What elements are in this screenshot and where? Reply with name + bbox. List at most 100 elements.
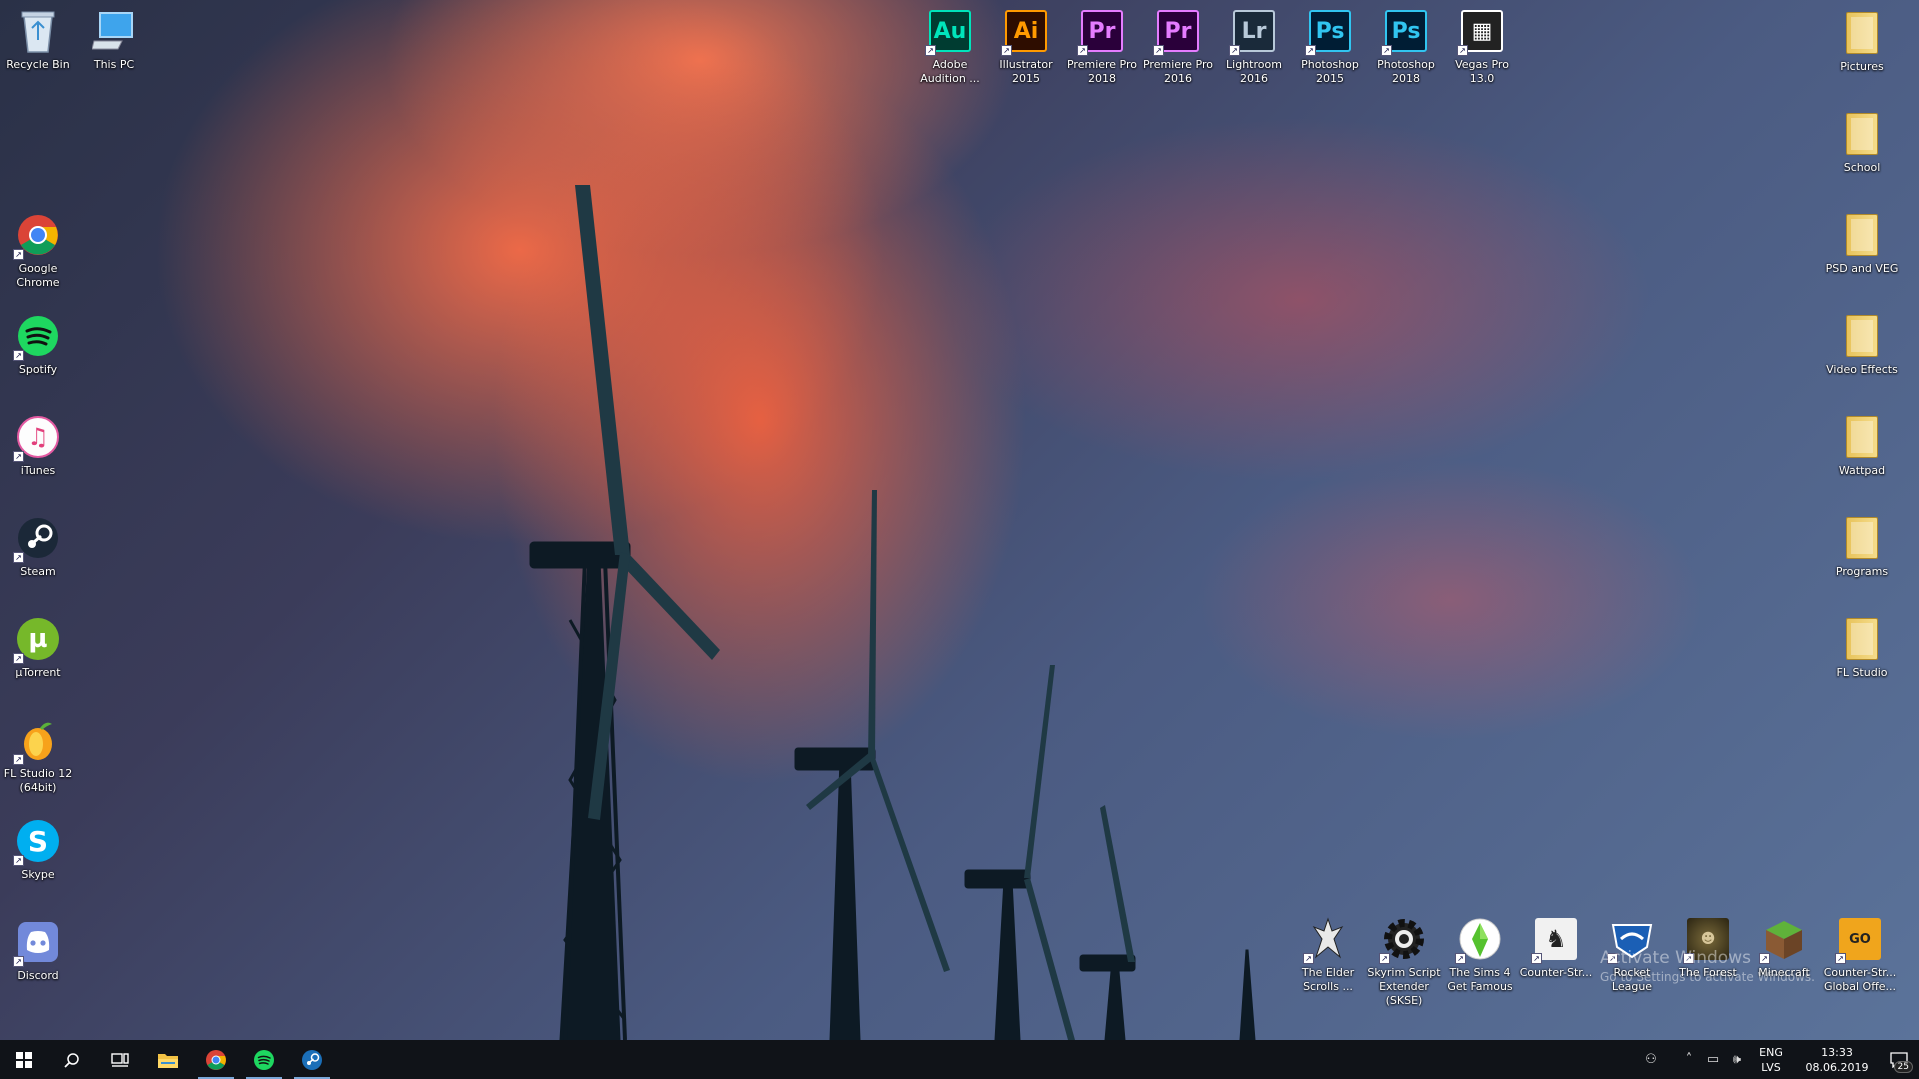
spotify-taskbar-button[interactable] [240,1040,288,1079]
search-button[interactable] [48,1040,96,1079]
shortcut-arrow-icon: ↗ [1455,953,1466,964]
discord-shortcut[interactable]: ↗ Discord [0,917,76,983]
shortcut-arrow-icon: ↗ [13,451,24,462]
itunes-shortcut[interactable]: ♫ ↗ iTunes [0,412,76,478]
shortcut-arrow-icon: ↗ [13,956,24,967]
photoshop-2015-shortcut[interactable]: Ps ↗ Photoshop 2015 [1292,6,1368,86]
shortcut-arrow-icon: ↗ [925,45,936,56]
recycle-bin-icon [13,6,63,56]
folder-psd-and-veg[interactable]: PSD and VEG [1824,210,1900,276]
folder-pictures[interactable]: Pictures [1824,8,1900,74]
icon-label: Google Chrome [16,262,60,289]
google-chrome-shortcut[interactable]: ↗ Google Chrome [0,210,76,290]
shortcut-arrow-icon: ↗ [1381,45,1392,56]
shortcut-arrow-icon: ↗ [1457,45,1468,56]
folder-icon [158,1053,178,1068]
icon-label: Premiere Pro 2016 [1142,58,1214,85]
counter-strike-shortcut[interactable]: ♞ ↗ Counter-Str... [1518,914,1594,980]
skype-icon: S ↗ [13,816,63,866]
people-icon[interactable]: ⚇ [1639,1040,1663,1079]
elder-scrolls-shortcut[interactable]: ↗ The Elder Scrolls ... [1290,914,1366,994]
pr-app-icon: Pr ↗ [1153,6,1203,56]
skyrim-icon: ↗ [1303,914,1353,964]
icon-label: iTunes [20,464,56,477]
recycle-bin-shortcut[interactable]: Recycle Bin [0,6,76,72]
clock[interactable]: 13:33 08.06.2019 [1795,1045,1879,1075]
steam-taskbar-button[interactable] [288,1040,336,1079]
start-button[interactable] [0,1040,48,1079]
sims-4-shortcut[interactable]: ↗ The Sims 4 Get Famous [1442,914,1518,994]
shortcut-arrow-icon: ↗ [1153,45,1164,56]
shortcut-arrow-icon: ↗ [1835,953,1846,964]
chrome-taskbar-button[interactable] [192,1040,240,1079]
shortcut-arrow-icon: ↗ [1229,45,1240,56]
chevron-up-icon[interactable]: ˄ [1677,1040,1701,1079]
icon-label: Pictures [1840,60,1884,73]
ps-app-icon: Ps ↗ [1381,6,1431,56]
csgo-shortcut[interactable]: GO ↗ Counter-Str... Global Offe... [1822,914,1898,994]
shortcut-arrow-icon: ↗ [1077,45,1088,56]
steam-shortcut[interactable]: ↗ Steam [0,513,76,579]
chrome-icon [206,1049,226,1070]
icon-label: Illustrator 2015 [999,58,1053,85]
folder-fl-studio[interactable]: FL Studio [1824,614,1900,680]
shortcut-arrow-icon: ↗ [13,249,24,260]
clock-time: 13:33 [1821,1045,1853,1059]
shortcut-arrow-icon: ↗ [13,855,24,866]
icon-label: Counter-Str... [1519,966,1593,979]
gear-icon: ↗ [1379,914,1429,964]
icon-label: Programs [1835,565,1889,578]
fl-studio-12-shortcut[interactable]: ↗ FL Studio 12 (64bit) [0,715,76,795]
folder-video-effects[interactable]: Video Effects [1824,311,1900,377]
windows-icon [16,1051,32,1068]
icon-label: This PC [93,58,135,71]
icon-label: Photoshop 2015 [1301,58,1359,85]
premiere-pro-2018-shortcut[interactable]: Pr ↗ Premiere Pro 2018 [1064,6,1140,86]
icon-label: µTorrent [15,666,61,679]
icon-label: Counter-Str... Global Offe... [1823,966,1897,993]
spotify-icon [254,1049,274,1070]
steam-icon [302,1049,322,1070]
volume-icon[interactable]: 🕪 [1725,1040,1749,1079]
file-explorer-button[interactable] [144,1040,192,1079]
icon-label: Skyrim Script Extender (SKSE) [1367,966,1441,1007]
icon-label: The Elder Scrolls ... [1301,966,1355,993]
shortcut-arrow-icon: ↗ [1379,953,1390,964]
au-app-icon: Au ↗ [925,6,975,56]
illustrator-2015-shortcut[interactable]: Ai ↗ Illustrator 2015 [988,6,1064,86]
folder-programs[interactable]: Programs [1824,513,1900,579]
icon-label: School [1843,161,1881,174]
spotify-shortcut[interactable]: ↗ Spotify [0,311,76,377]
icon-label: Wattpad [1838,464,1886,477]
utorrent-shortcut[interactable]: µ ↗ µTorrent [0,614,76,680]
icon-label: Adobe Audition ... [920,58,980,85]
shortcut-arrow-icon: ↗ [1303,953,1314,964]
notification-count-badge: 25 [1893,1061,1913,1073]
icon-label: Recycle Bin [6,58,70,71]
fl-studio-icon: ↗ [13,715,63,765]
pr-app-icon: Pr ↗ [1077,6,1127,56]
counter-strike-icon: ♞ ↗ [1531,914,1581,964]
folder-wattpad[interactable]: Wattpad [1824,412,1900,478]
task-view-button[interactable] [96,1040,144,1079]
chrome-icon: ↗ [13,210,63,260]
lightroom-2016-shortcut[interactable]: Lr ↗ Lightroom 2016 [1216,6,1292,86]
folder-school[interactable]: School [1824,109,1900,175]
skse-shortcut[interactable]: ↗ Skyrim Script Extender (SKSE) [1366,914,1442,1008]
this-pc-shortcut[interactable]: This PC [76,6,152,72]
sims-icon: ↗ [1455,914,1505,964]
task-view-icon [111,1052,129,1067]
folder-icon [1837,513,1887,563]
skype-shortcut[interactable]: S ↗ Skype [0,816,76,882]
vegas-pro-13-0-shortcut[interactable]: ▦ ↗ Vegas Pro 13.0 [1444,6,1520,86]
adobe-audition-shortcut[interactable]: Au ↗ Adobe Audition ... [912,6,988,86]
language-indicator[interactable]: ENG LVS [1753,1045,1789,1075]
ps-app-icon: Ps ↗ [1305,6,1355,56]
icon-label: FL Studio 12 (64bit) [3,767,73,794]
photoshop-2018-shortcut[interactable]: Ps ↗ Photoshop 2018 [1368,6,1444,86]
premiere-pro-2016-shortcut[interactable]: Pr ↗ Premiere Pro 2016 [1140,6,1216,86]
spotify-icon: ↗ [13,311,63,361]
network-icon[interactable]: ▭ [1701,1040,1725,1079]
icon-label: Spotify [18,363,58,376]
action-center-button[interactable]: 25 [1879,1040,1919,1079]
